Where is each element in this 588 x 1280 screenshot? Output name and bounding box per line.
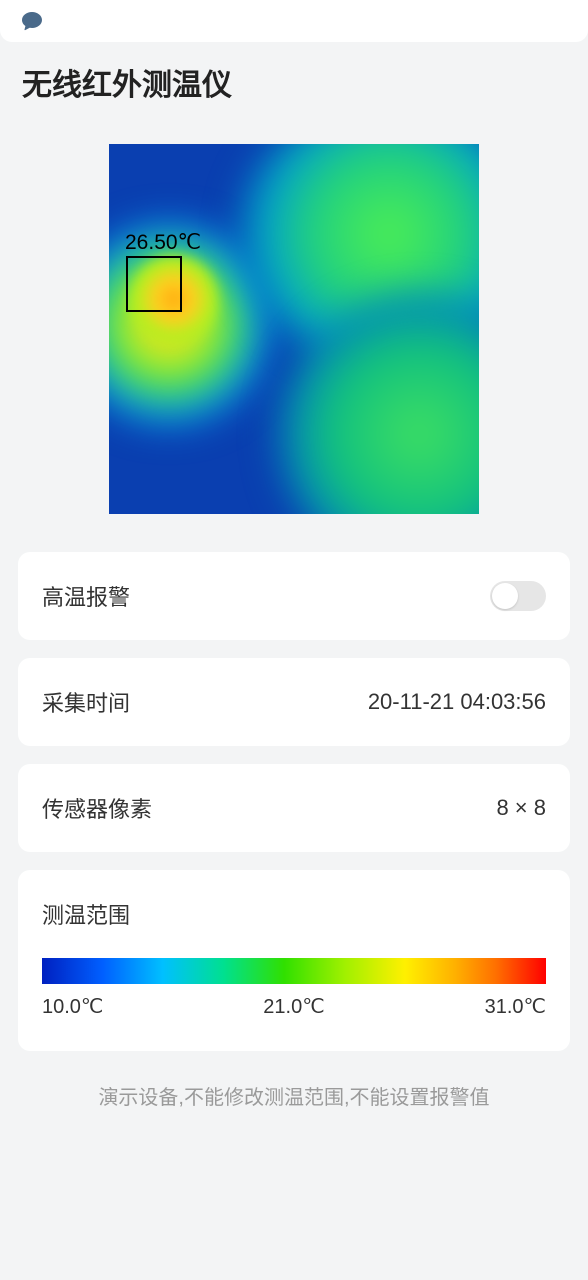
range-max: 31.0℃ [485,994,546,1019]
alarm-label: 高温报警 [42,580,130,612]
range-min: 10.0℃ [42,994,103,1019]
chat-icon[interactable] [20,9,44,33]
collect-time-value: 20-11-21 04:03:56 [368,689,546,715]
sensor-pixel-card: 传感器像素 8 × 8 [18,764,570,852]
gradient-bar [42,958,546,984]
collect-time-card: 采集时间 20-11-21 04:03:56 [18,658,570,746]
collect-time-label: 采集时间 [42,686,130,718]
page-title: 无线红外测温仪 [0,42,588,114]
alarm-toggle[interactable] [490,581,546,611]
range-mid: 21.0℃ [263,994,324,1019]
range-labels: 10.0℃ 21.0℃ 31.0℃ [42,994,546,1019]
thermal-area: 26.50℃ [0,114,588,534]
hotspot-marker [126,256,182,312]
sensor-pixel-label: 传感器像素 [42,792,152,824]
toggle-knob [492,583,518,609]
temperature-range-card: 测温范围 10.0℃ 21.0℃ 31.0℃ [18,870,570,1051]
footer-note: 演示设备,不能修改测温范围,不能设置报警值 [0,1051,588,1120]
sensor-pixel-value: 8 × 8 [496,795,546,821]
alarm-card: 高温报警 [18,552,570,640]
thermal-image: 26.50℃ [109,144,479,514]
hotspot-temperature: 26.50℃ [125,230,201,255]
range-label: 测温范围 [42,898,546,930]
topbar [0,0,588,42]
